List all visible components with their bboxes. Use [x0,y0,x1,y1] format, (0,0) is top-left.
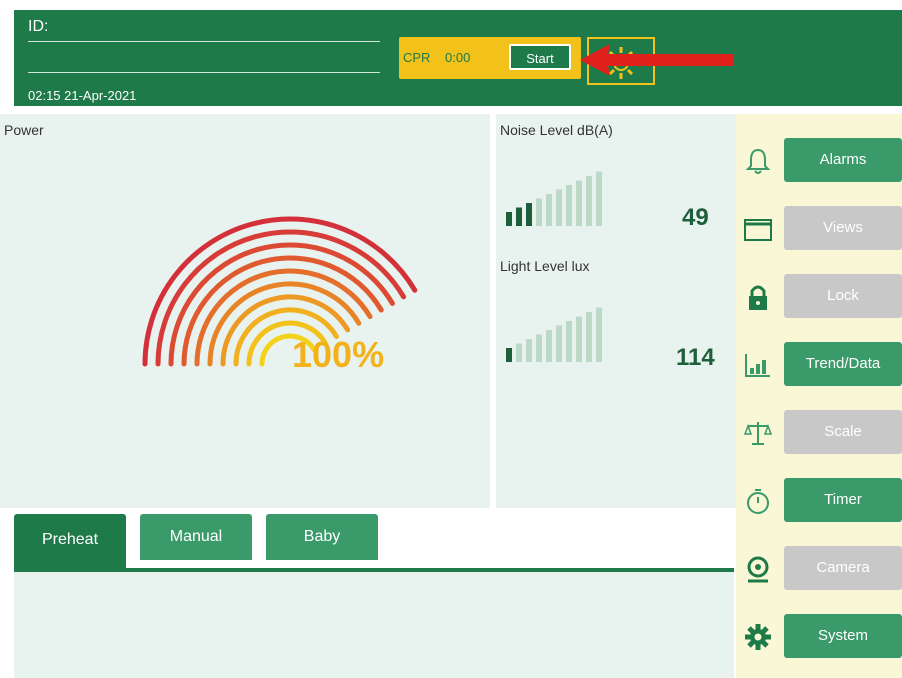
noise-level-title: Noise Level dB(A) [500,122,613,138]
sidebar-item-camera: Camera [736,546,902,592]
mode-tabs: Preheat Manual Baby [14,514,734,574]
light-level-title: Light Level lux [500,258,590,274]
camera-button[interactable]: Camera [784,546,902,590]
noise-level-bar [556,189,562,226]
light-level-bar [526,339,532,362]
tab-content-area [14,572,734,678]
light-level-value: 114 [676,344,715,371]
noise-level-bar [596,171,602,226]
sidebar-item-alarms: Alarms [736,138,902,184]
bar-chart-icon [745,354,770,377]
stopwatch-icon [747,489,769,514]
light-level-bar [576,316,582,362]
light-level-bar [546,330,552,362]
environment-panel: Noise Level dB(A) 49 Light Level lux 114 [496,114,736,508]
alarms-button[interactable]: Alarms [784,138,902,182]
noise-level-bar [536,198,542,226]
noise-level-bar [586,176,592,226]
id-underline [28,41,380,42]
noise-level-bar [576,180,582,226]
bell-icon [745,148,771,174]
light-level-bar [586,312,592,362]
camera-icon [747,556,769,583]
window-icon [744,219,772,241]
light-level-bar [566,321,572,362]
tab-preheat[interactable]: Preheat [14,514,126,572]
noise-level-value: 49 [682,204,709,231]
cpr-start-button[interactable]: Start [509,44,571,70]
power-value: 100% [292,334,385,375]
sidebar-item-views: Views [736,206,902,252]
power-panel: Power 100% [0,114,490,508]
sidebar-item-system: System [736,614,902,660]
power-gauge [142,216,418,367]
scale-button[interactable]: Scale [784,410,902,454]
views-button[interactable]: Views [784,206,902,250]
red-arrow-annotation [580,44,734,76]
trend-data-button[interactable]: Trend/Data [784,342,902,386]
light-level-bar [596,307,602,362]
date-time: 02:15 21-Apr-2021 [28,88,137,103]
cpr-label: CPR [403,50,431,65]
scale-icon [743,422,773,445]
noise-level-meter [506,171,602,226]
noise-level-bar [506,212,512,226]
top-bar: ID: 02:15 21-Apr-2021 CPR 0:00 Start [14,10,902,106]
light-level-bar [516,343,522,362]
cpr-panel: CPR 0:00 Start [399,37,581,79]
name-underline [28,72,380,73]
noise-level-bar [516,207,522,226]
sidebar-item-trend-data: Trend/Data [736,342,902,388]
cpr-timer: 0:00 [445,50,471,65]
sidebar-item-scale: Scale [736,410,902,456]
tab-manual[interactable]: Manual [140,514,252,560]
sidebar: Alarms Views Lock Trend/Data Scale Timer… [736,114,902,678]
sidebar-item-timer: Timer [736,478,902,524]
noise-level-bar [546,194,552,226]
sidebar-item-lock: Lock [736,274,902,320]
light-level-bar [556,325,562,362]
lock-icon [749,285,767,310]
light-level-meter [506,307,602,362]
noise-level-bar [566,185,572,226]
timer-button[interactable]: Timer [784,478,902,522]
light-level-bar [506,348,512,362]
patient-id-label: ID: [28,18,49,35]
system-button[interactable]: System [784,614,902,658]
light-level-bar [536,334,542,362]
tab-baby[interactable]: Baby [266,514,378,560]
gear-icon [745,624,771,650]
lock-button[interactable]: Lock [784,274,902,318]
noise-level-bar [526,203,532,226]
